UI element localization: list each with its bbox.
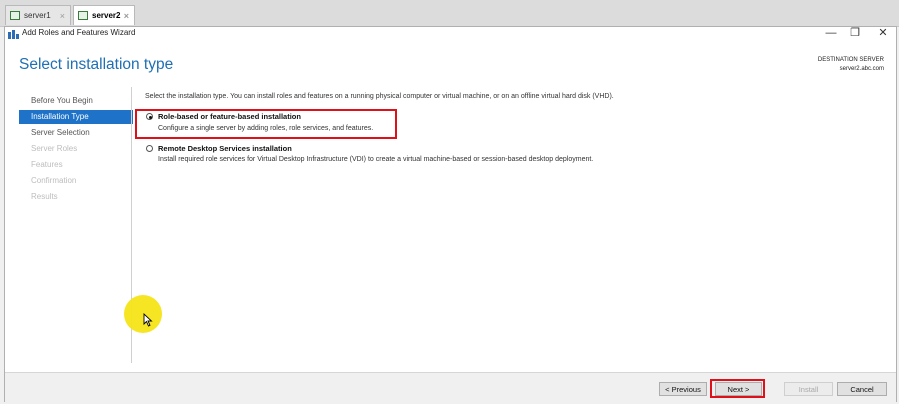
title-bar: Add Roles and Features Wizard — ❐ ✕ xyxy=(5,27,896,42)
nav-item-installation-type[interactable]: Installation Type xyxy=(19,110,133,124)
nav-item-server-roles: Server Roles xyxy=(31,144,78,153)
highlight-box xyxy=(710,379,765,398)
tab-close-icon[interactable]: × xyxy=(124,11,129,21)
install-button: Install xyxy=(784,382,833,396)
cancel-button[interactable]: Cancel xyxy=(837,382,887,396)
mouse-pointer-icon xyxy=(143,313,153,327)
intro-text: Select the installation type. You can in… xyxy=(145,93,614,100)
remote-desktop-option-title[interactable]: Remote Desktop Services installation xyxy=(158,144,292,153)
page-title: Select installation type xyxy=(19,56,174,73)
wizard-window: Add Roles and Features Wizard — ❐ ✕ Sele… xyxy=(4,26,897,402)
destination-server-value: server2.abc.com xyxy=(839,66,884,72)
tab-server2[interactable]: server2 × xyxy=(73,5,135,25)
server-manager-icon xyxy=(8,30,19,39)
previous-button[interactable]: < Previous xyxy=(659,382,707,396)
nav-item-features: Features xyxy=(31,160,63,169)
tab-label: server1 xyxy=(24,11,51,20)
destination-server-label: DESTINATION SERVER xyxy=(817,57,884,63)
window-title: Add Roles and Features Wizard xyxy=(22,28,136,37)
remote-desktop-radio[interactable] xyxy=(146,145,153,152)
nav-item-results: Results xyxy=(31,192,58,201)
nav-item-confirmation: Confirmation xyxy=(31,176,77,185)
vm-icon xyxy=(10,11,20,20)
tab-label: server2 xyxy=(92,11,121,20)
minimize-button[interactable]: — xyxy=(821,26,841,41)
remote-desktop-option-description: Install required role services for Virtu… xyxy=(158,156,594,163)
restore-button[interactable]: ❐ xyxy=(845,26,865,41)
vm-icon xyxy=(78,11,88,20)
browser-tab-strip: server1 × server2 × xyxy=(0,0,899,27)
tab-close-icon[interactable]: × xyxy=(60,11,65,21)
tab-server1[interactable]: server1 × xyxy=(5,5,71,25)
nav-item-before-you-begin[interactable]: Before You Begin xyxy=(19,94,133,108)
nav-item-server-selection[interactable]: Server Selection xyxy=(19,126,133,140)
close-button[interactable]: ✕ xyxy=(873,26,893,41)
highlight-box xyxy=(135,109,397,139)
